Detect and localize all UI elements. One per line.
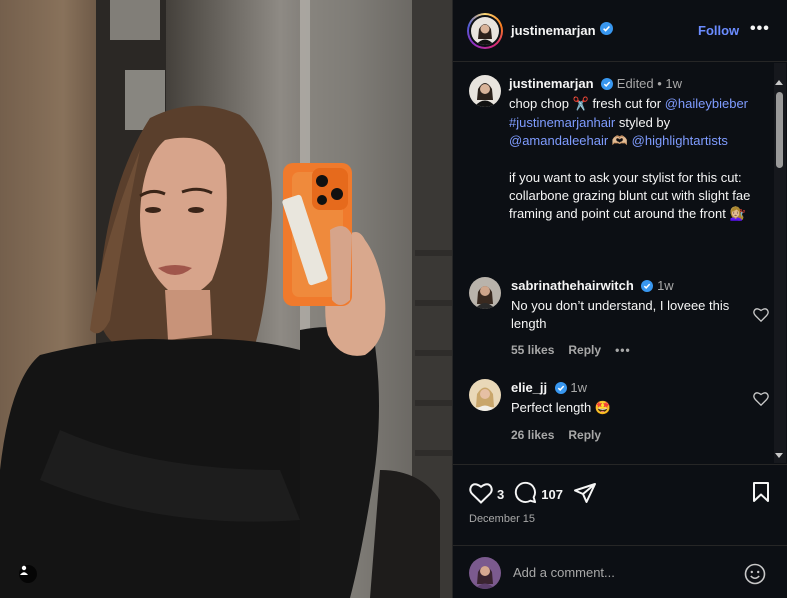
caption-text: chop chop ✂️ fresh cut for @haileybieber… [509,95,769,151]
user-tag-icon[interactable] [19,565,37,583]
comment-more-icon[interactable]: ••• [615,341,631,359]
reply-button[interactable]: Reply [568,426,601,444]
commenter-username[interactable]: sabrinathehairwitch [511,278,634,293]
reply-button[interactable]: Reply [568,341,601,359]
post-header: justinemarjan Follow ••• [453,0,787,62]
caption-username[interactable]: justinemarjan [509,76,594,91]
caption-text-part: fresh cut for [592,96,662,111]
star-struck-emoji: 🤩 [594,401,612,416]
like-heart-icon[interactable] [469,482,493,507]
commenter-username[interactable]: elie_jj [511,380,547,395]
verified-badge-icon [601,77,614,95]
comment-time: 1w [657,278,674,293]
author-username[interactable]: justinemarjan [511,23,596,38]
post-image[interactable] [0,0,452,598]
author-avatar[interactable] [467,12,503,49]
comment-likes[interactable]: 26 likes [511,426,554,444]
heart-hands-emoji: 🫶🏼 [611,134,629,149]
haircut-emoji: 💇🏼‍♀️ [729,207,746,222]
comment-time: 1w [570,380,588,395]
current-user-avatar [469,556,501,589]
post-photo-illustration [0,0,452,598]
scissors-emoji: ✂️ [572,97,589,112]
like-count[interactable]: 3 [497,487,504,502]
commenter-avatar[interactable] [469,379,501,411]
share-icon[interactable] [573,482,597,507]
post-caption: justinemarjan Edited • 1w chop chop ✂️ f… [469,75,769,224]
scroll-down-arrow-icon[interactable] [775,453,783,458]
action-row: 3 107 [469,481,597,507]
scrollbar-thumb[interactable] [776,92,783,168]
verified-badge-icon [554,381,567,399]
follow-button[interactable]: Follow [698,23,739,38]
post-actions-area: 3 107 December 15 Add a comment... [453,464,787,598]
bookmark-icon[interactable] [752,481,770,508]
add-comment-row: Add a comment... [453,545,787,598]
comment-text: Perfect length [511,400,592,415]
comment-item: sabrinathehairwitch 1w No you don’t unde… [469,277,769,359]
mention-link[interactable]: @highlightartists [632,133,728,148]
scroll-up-arrow-icon[interactable] [775,80,783,85]
comments-scroll-area[interactable]: justinemarjan Edited • 1w chop chop ✂️ f… [453,63,787,463]
caption-text-part: if you want to ask your stylist for this… [509,170,751,221]
commenter-avatar[interactable] [469,277,501,309]
caption-meta: Edited • 1w [616,76,683,91]
emoji-icon[interactable] [744,563,766,590]
mention-link[interactable]: @amandaleehair [509,133,608,148]
comment-count[interactable]: 107 [541,487,563,502]
mention-link[interactable]: @haileybieber [665,96,748,111]
verified-badge-icon [599,21,613,40]
caption-avatar[interactable] [469,75,501,107]
like-comment-heart-icon[interactable] [753,391,769,411]
add-comment-input[interactable]: Add a comment... [513,565,743,580]
comment-likes[interactable]: 55 likes [511,341,554,359]
verified-badge-icon [641,279,654,297]
hashtag-link[interactable]: #justinemarjanhair [509,115,615,130]
caption-text-part: chop chop [509,96,569,111]
post-date[interactable]: December 15 [469,513,535,525]
caption-paragraph: if you want to ask your stylist for this… [509,169,769,224]
caption-text-part: styled by [618,115,671,130]
like-comment-heart-icon[interactable] [753,307,769,327]
comment-icon[interactable] [514,481,537,507]
comment-item: elie_jj 1w Perfect length 🤩 26 likes Rep… [469,379,769,444]
post-side-panel: justinemarjan Follow ••• justinemarjan E… [452,0,787,598]
comment-text: No you don’t understand, I loveee this l… [511,298,730,331]
more-options-icon[interactable]: ••• [750,20,770,38]
